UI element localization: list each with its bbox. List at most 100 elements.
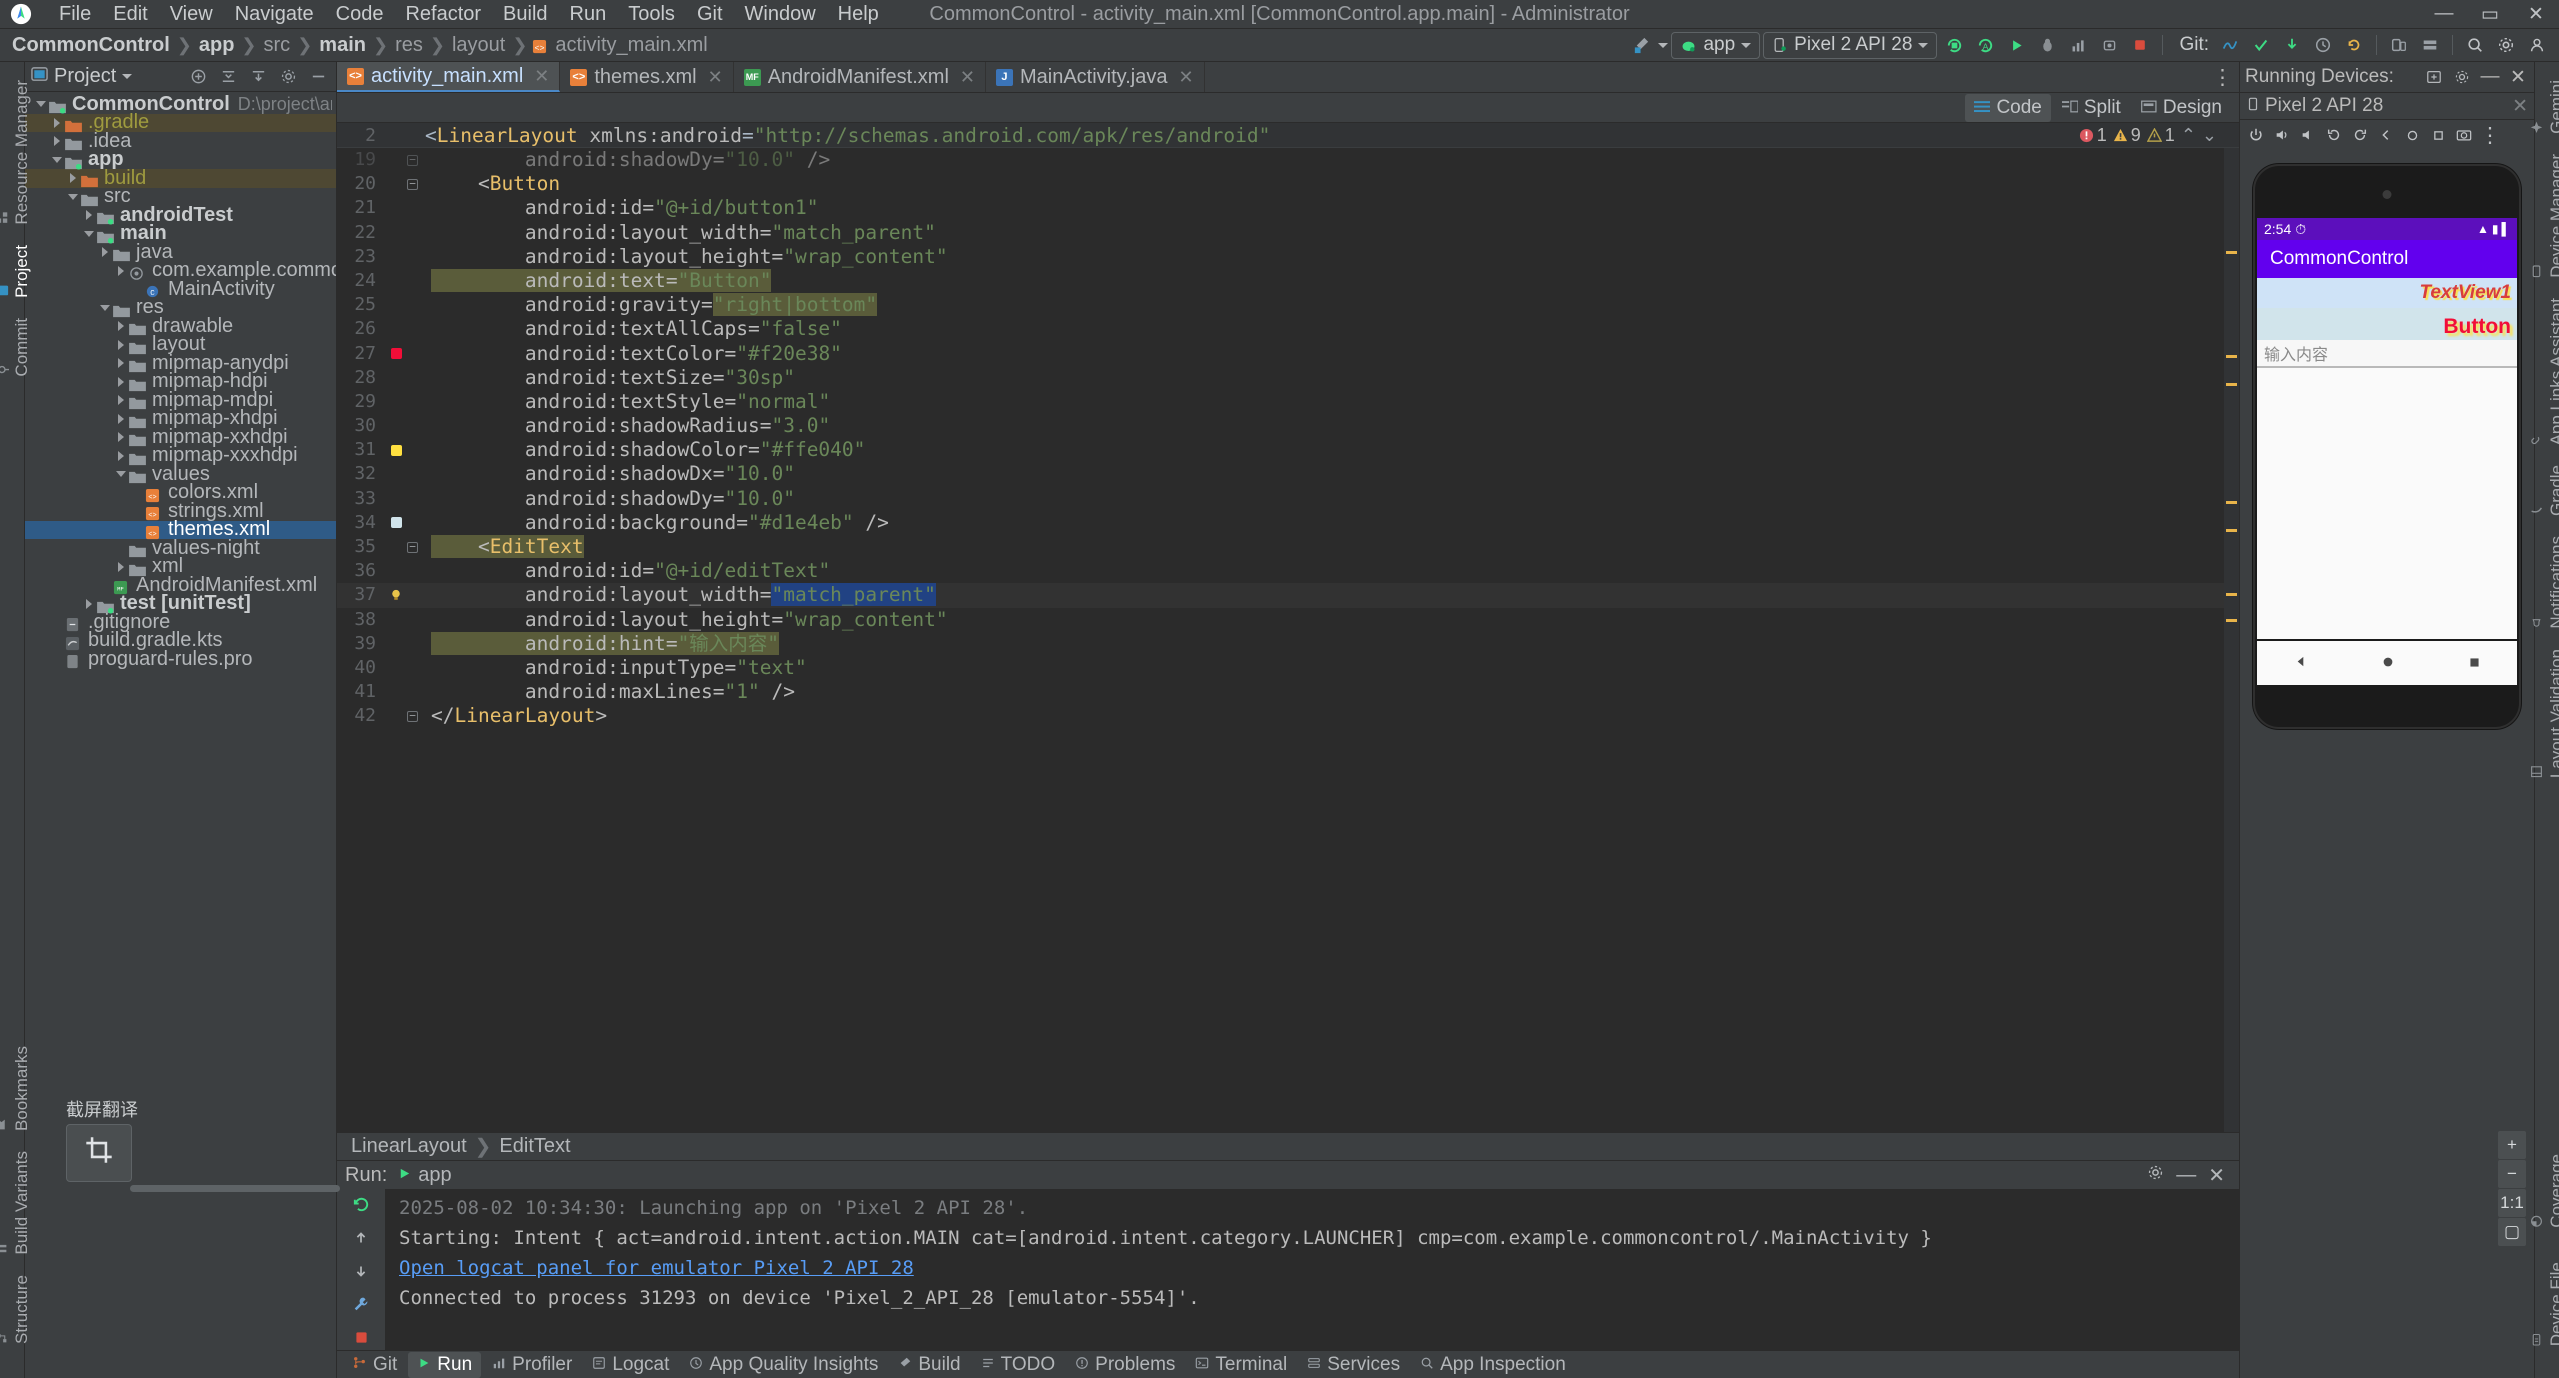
home-icon[interactable] xyxy=(2400,124,2424,146)
editor-mode-bar[interactable]: Code Split Design xyxy=(337,93,2239,123)
menu-git[interactable]: Git xyxy=(686,1,734,28)
edittext-widget[interactable]: 输入内容 xyxy=(2257,340,2517,368)
tree-toggle-icon[interactable] xyxy=(81,230,97,237)
tree-toggle-icon[interactable] xyxy=(113,450,129,461)
git-rollback-icon[interactable] xyxy=(2340,32,2368,58)
settings-gear-icon[interactable] xyxy=(2451,67,2473,87)
hide-panel-icon[interactable] xyxy=(306,66,330,88)
code-fold-toggle[interactable]: − xyxy=(407,177,425,190)
menu-bar[interactable]: File Edit View Navigate Code Refactor Bu… xyxy=(48,1,890,28)
code-line[interactable]: 33 android:shadowDy="10.0" xyxy=(337,487,2239,511)
warning-icon[interactable]: 9 xyxy=(2113,125,2141,146)
breadcrumb-layout[interactable]: layout xyxy=(450,34,507,57)
sidebar-item-structure[interactable]: Structure xyxy=(0,1265,35,1354)
nav-back-icon[interactable] xyxy=(2293,651,2308,675)
sidebar-item-bookmarks[interactable]: Bookmarks xyxy=(0,1036,35,1141)
wrench-icon[interactable] xyxy=(352,1295,370,1319)
mode-code[interactable]: Code xyxy=(1965,93,2051,122)
tab-androidmanifest-xml[interactable]: MF AndroidManifest.xml ✕ xyxy=(734,62,986,92)
emulator-toolbar[interactable]: ⋮ xyxy=(2240,120,2534,150)
emulator-zoom-controls[interactable]: + − 1:1 ▢ xyxy=(2498,1131,2526,1246)
bottom-tab-services[interactable]: Services xyxy=(1298,1352,1409,1378)
code-lines[interactable]: 19 − android:shadowDy="10.0" /> 20 − <Butto… xyxy=(337,148,2239,1132)
code-line[interactable]: 19 − android:shadowDy="10.0" /> xyxy=(337,148,2239,172)
breadcrumb[interactable]: CommonControl ❯ app ❯ src ❯ main ❯ res ❯… xyxy=(10,34,710,57)
breadcrumb-commoncontrol[interactable]: CommonControl xyxy=(10,34,172,57)
tree-node[interactable]: test [unitTest] xyxy=(25,592,336,614)
maximize-button[interactable]: ▭ xyxy=(2467,0,2513,28)
down-icon[interactable] xyxy=(352,1262,370,1286)
code-editor[interactable]: 2 <LinearLayout xmlns:android="http://sc… xyxy=(337,123,2239,1132)
git-check-icon[interactable] xyxy=(2247,32,2275,58)
tree-toggle-icon[interactable] xyxy=(49,117,65,128)
code-fold-toggle[interactable]: − xyxy=(407,540,425,553)
git-commit-icon[interactable] xyxy=(2216,32,2244,58)
code-line[interactable]: 30 android:shadowRadius="3.0" xyxy=(337,414,2239,438)
profiler-icon[interactable] xyxy=(2064,32,2092,58)
bottom-tab-run[interactable]: Run xyxy=(408,1351,482,1378)
tree-toggle-icon[interactable] xyxy=(81,210,97,221)
stop-icon[interactable] xyxy=(353,1328,370,1352)
close-button[interactable]: ✕ xyxy=(2513,0,2559,28)
breadcrumb-res[interactable]: res xyxy=(393,34,425,57)
emulator-device-frame[interactable]: 2:54 ⏱ ▲ ▮ ▌ CommonControl TextView1 But… xyxy=(2253,164,2521,729)
device-tab[interactable]: Pixel 2 API 28 ✕ xyxy=(2240,93,2534,120)
code-line[interactable]: 41 android:maxLines="1" /> xyxy=(337,680,2239,704)
collapse-all-icon[interactable] xyxy=(216,66,240,88)
tree-node[interactable]: .gradle xyxy=(25,111,336,133)
tree-toggle-icon[interactable] xyxy=(81,598,97,609)
mode-design[interactable]: Design xyxy=(2132,94,2231,122)
tree-toggle-icon[interactable] xyxy=(49,156,65,163)
rotate-right-icon[interactable] xyxy=(2348,124,2372,146)
code-line[interactable]: 38 android:layout_height="wrap_content" xyxy=(337,608,2239,632)
bottom-tab-problems[interactable]: Problems xyxy=(1066,1352,1184,1378)
rotate-left-icon[interactable] xyxy=(2322,124,2346,146)
tree-toggle-icon[interactable] xyxy=(113,321,129,332)
code-line[interactable]: 35 − <EditText xyxy=(337,535,2239,559)
chevron-down-icon[interactable]: ⌄ xyxy=(2202,125,2217,146)
sidebar-item-gradle[interactable]: Gradle xyxy=(2524,455,2559,526)
attach-debugger-icon[interactable] xyxy=(2095,32,2123,58)
tree-toggle-icon[interactable] xyxy=(113,432,129,443)
up-icon[interactable] xyxy=(352,1229,370,1253)
rerun-icon[interactable] xyxy=(352,1195,371,1220)
menu-run[interactable]: Run xyxy=(559,1,618,28)
chevron-down-icon[interactable] xyxy=(122,74,133,79)
close-icon[interactable]: ✕ xyxy=(534,66,549,87)
account-icon[interactable] xyxy=(2523,32,2551,58)
power-icon[interactable] xyxy=(2244,124,2268,146)
breadcrumb-app[interactable]: app xyxy=(197,34,237,57)
tree-toggle-icon[interactable] xyxy=(113,395,129,406)
menu-tools[interactable]: Tools xyxy=(617,1,686,28)
tree-toggle-icon[interactable] xyxy=(33,101,49,108)
new-tab-icon[interactable] xyxy=(2423,67,2445,87)
sidebar-item-notifications[interactable]: Notifications xyxy=(2524,526,2559,639)
settings-gear-icon[interactable] xyxy=(2147,1164,2164,1187)
zoom-out-button[interactable]: − xyxy=(2498,1160,2526,1188)
screenshot-icon[interactable] xyxy=(2452,124,2476,146)
run-config-selector[interactable]: app xyxy=(1671,31,1761,59)
volume-up-icon[interactable] xyxy=(2270,124,2294,146)
apply-changes-icon[interactable] xyxy=(1940,32,1968,58)
editor-tab-actions[interactable]: ⋮ xyxy=(2212,62,2239,92)
menu-view[interactable]: View xyxy=(159,1,224,28)
more-tabs-icon[interactable]: ⋮ xyxy=(2212,65,2233,90)
more-icon[interactable]: ⋮ xyxy=(2478,124,2502,147)
right-tool-strip[interactable]: Gemini Device Manager App Links Assistan… xyxy=(2531,62,2559,1378)
tab-mainactivity-java[interactable]: J MainActivity.java ✕ xyxy=(986,62,1205,92)
tree-node[interactable]: main xyxy=(25,222,336,244)
tree-node[interactable]: androidTest xyxy=(25,204,336,226)
tree-toggle-icon[interactable] xyxy=(113,471,129,478)
tree-node[interactable]: app xyxy=(25,148,336,170)
breadcrumb-src[interactable]: src xyxy=(262,34,293,57)
menu-build[interactable]: Build xyxy=(492,1,558,28)
logcat-link[interactable]: Open logcat panel for emulator Pixel 2 A… xyxy=(399,1253,2239,1283)
tree-toggle-icon[interactable] xyxy=(113,339,129,350)
sidebar-item-coverage[interactable]: Coverage xyxy=(2524,1144,2559,1238)
chevron-down-icon[interactable] xyxy=(1658,42,1669,48)
sdk-manager-icon[interactable] xyxy=(2416,32,2444,58)
menu-code[interactable]: Code xyxy=(325,1,395,28)
close-icon[interactable]: ✕ xyxy=(708,67,723,88)
code-line[interactable]: 37 android:layout_width="match_parent" xyxy=(337,583,2239,608)
search-everywhere-icon[interactable] xyxy=(2461,32,2489,58)
